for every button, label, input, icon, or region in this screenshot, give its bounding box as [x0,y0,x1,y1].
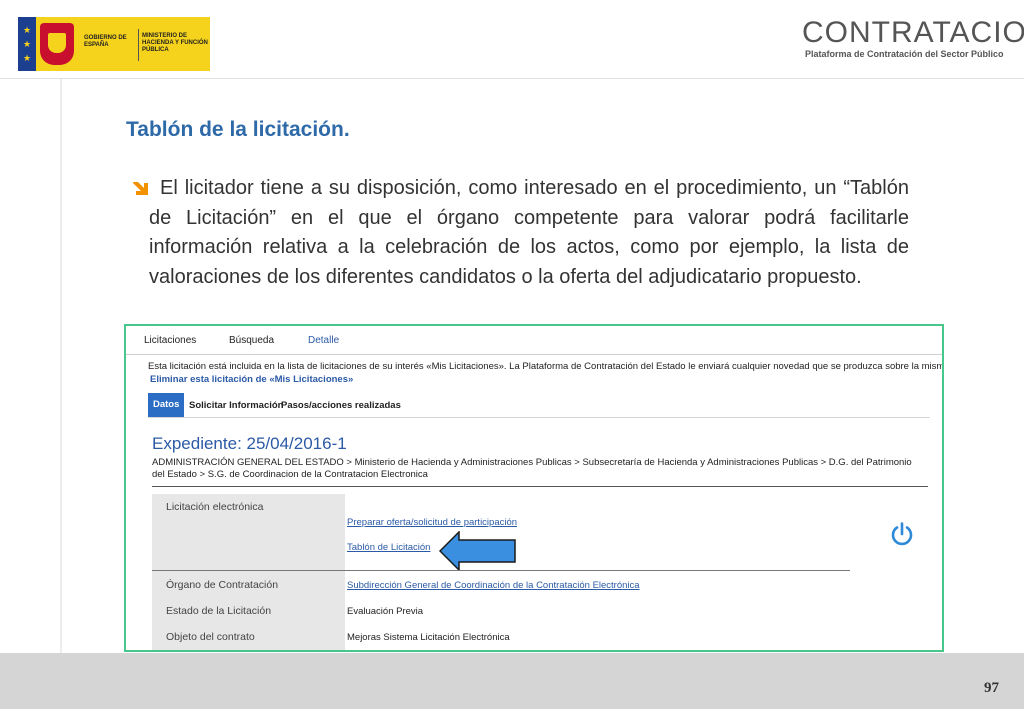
tablon-licitacion-link[interactable]: Tablón de Licitación [347,542,430,553]
tab-pasos-acciones[interactable]: Pasos/acciones realizadas [281,400,401,411]
bullet-text: El licitador tiene a su disposición, com… [149,177,909,288]
gov-logo-divider [138,29,139,61]
nav-detalle[interactable]: Detalle [308,335,339,346]
organisation-breadcrumb: ADMINISTRACIÓN GENERAL DEL ESTADO > Mini… [152,457,912,480]
detail-tabs: Datos Solicitar Información Pasos/accion… [148,393,930,418]
footer: 97 [0,653,1024,709]
page-number: 97 [984,680,999,696]
objeto-contrato-label: Objeto del contrato [166,631,255,643]
contratacion-wordmark: CONTRATACION [802,16,1024,49]
detail-label-column: Órgano de Contratación Estado de la Lici… [152,571,345,650]
contratacion-logo: CONTRATACION Plataforma de Contratación … [802,18,1024,62]
page-title: Tablón de la licitación. [126,118,350,141]
interest-message: Esta licitación está incluida en la list… [148,361,944,372]
tab-solicitar-informacion[interactable]: Solicitar Información [189,400,284,411]
grid-top-rule [152,486,928,487]
estado-licitacion-label: Estado de la Licitación [166,605,272,617]
gov-logo-line1: GOBIERNO DE ESPAÑA [84,35,127,48]
objeto-contrato-value: Mejoras Sistema Licitación Electrónica [347,632,510,643]
electronic-bid-label: Licitación electrónica [166,501,264,513]
nav-busqueda[interactable]: Búsqueda [229,335,274,346]
tab-datos[interactable]: Datos [148,393,185,417]
organo-contratacion-link[interactable]: Subdirección General de Coordinación de … [347,580,640,591]
electronic-bid-label-cell: Licitación electrónica [152,494,345,570]
top-nav: Licitaciones Búsqueda Detalle [126,326,942,355]
expediente-title: Expediente: 25/04/2016-1 [152,434,347,453]
left-rule [60,79,62,654]
organo-contratacion-label: Órgano de Contratación [166,579,279,591]
eu-flag-icon: ★ ★ ★ [18,17,36,71]
platform-screenshot: Licitaciones Búsqueda Detalle Esta licit… [124,324,944,652]
prepare-bid-link[interactable]: Preparar oferta/solicitud de participaci… [347,517,517,528]
gov-logo-line2: MINISTERIO DE HACIENDA Y FUNCIÓN PÚBLICA [142,33,208,53]
power-icon [891,522,913,546]
header: ★ ★ ★ GOBIERNO DE ESPAÑA MINISTERIO DE HAC… [0,0,1024,79]
remove-from-favorites-link[interactable]: Eliminar esta licitación de «Mis Licitac… [150,374,353,385]
estado-licitacion-value: Evaluación Previa [347,606,424,617]
coat-of-arms-icon [40,23,74,65]
nav-licitaciones[interactable]: Licitaciones [144,335,196,346]
government-logo: ★ ★ ★ GOBIERNO DE ESPAÑA MINISTERIO DE HAC… [18,17,210,71]
contratacion-subtitle: Plataforma de Contratación del Sector Pú… [805,49,1004,59]
pointer-arrow-icon [439,531,516,571]
arrow-bullet-icon [133,182,148,195]
